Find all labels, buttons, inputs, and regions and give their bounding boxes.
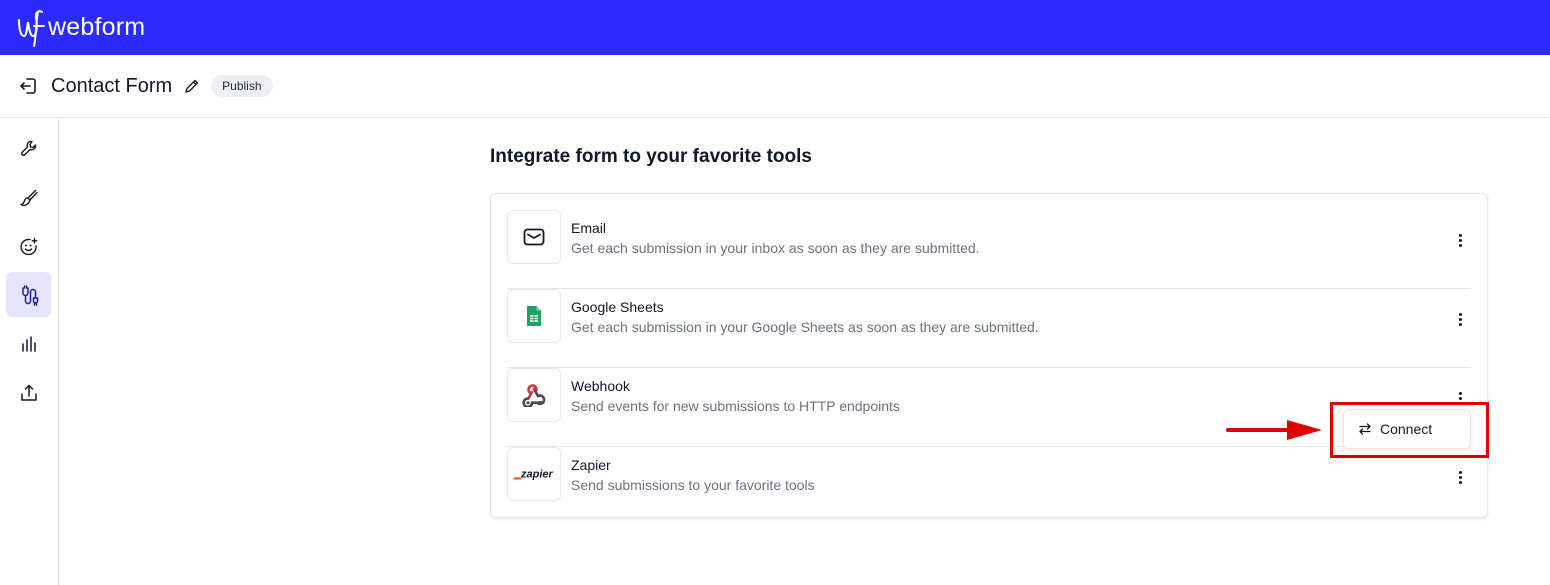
form-header: Contact Form Publish: [0, 55, 1550, 118]
sidebar-item-design[interactable]: [6, 175, 51, 220]
sidebar: [0, 118, 59, 585]
more-options-icon[interactable]: [1453, 467, 1467, 487]
integration-row-google-sheets: Google Sheets Get each submission in you…: [507, 289, 1471, 368]
integration-title: Zapier: [571, 457, 611, 473]
wrench-icon: [20, 140, 36, 156]
zapier-logo-text: zapier: [520, 469, 554, 481]
mail-icon: [507, 210, 561, 264]
bar-chart-icon: [21, 335, 36, 352]
integrations-heading: Integrate form to your favorite tools: [490, 146, 812, 167]
integration-description: Get each submission in your Google Sheet…: [571, 319, 1039, 335]
connect-label: Connect: [1380, 421, 1433, 437]
logo-mark-icon: [18, 9, 45, 47]
page-title: Contact Form: [51, 74, 173, 97]
zapier-logo: zapier: [507, 447, 561, 501]
more-options-icon[interactable]: [1453, 309, 1467, 329]
integration-description: Send events for new submissions to HTTP …: [571, 398, 900, 414]
google-sheets-icon: [507, 289, 561, 343]
webhook-icon: [507, 368, 561, 422]
integrations-icon: [21, 284, 38, 306]
sidebar-item-build[interactable]: [6, 126, 51, 171]
sidebar-item-integrations[interactable]: [6, 272, 51, 317]
exit-icon[interactable]: [18, 76, 38, 96]
swap-arrows-icon: [1359, 423, 1371, 435]
sidebar-item-thank-you[interactable]: [6, 224, 51, 269]
connect-menu-item[interactable]: Connect: [1343, 409, 1471, 449]
integration-description: Send submissions to your favorite tools: [571, 477, 815, 493]
integration-row-zapier: zapier Zapier Send submissions to your f…: [507, 447, 1471, 526]
integration-description: Get each submission in your inbox as soo…: [571, 240, 980, 256]
webform-logo[interactable]: webform: [16, 8, 145, 48]
more-options-icon[interactable]: [1453, 388, 1467, 408]
sidebar-item-share[interactable]: [6, 370, 51, 415]
share-upload-icon: [20, 384, 37, 401]
pencil-icon[interactable]: [184, 78, 200, 94]
publish-button[interactable]: Publish: [211, 75, 273, 97]
top-bar: webform: [0, 0, 1550, 55]
integration-title: Google Sheets: [571, 299, 664, 315]
brush-icon: [19, 189, 38, 206]
sidebar-item-results[interactable]: [6, 321, 51, 366]
integrations-list: Email Get each submission in your inbox …: [490, 193, 1488, 518]
integration-title: Email: [571, 220, 607, 236]
integration-row-email: Email Get each submission in your inbox …: [507, 210, 1471, 289]
logo-text: webform: [48, 13, 146, 41]
more-options-icon[interactable]: [1453, 230, 1467, 250]
integration-row-webhook: Webhook Send events for new submissions …: [507, 368, 1471, 447]
integration-title: Webhook: [571, 378, 630, 394]
smiley-plus-icon: [19, 237, 37, 255]
annotation-arrow-icon: [1226, 420, 1322, 440]
